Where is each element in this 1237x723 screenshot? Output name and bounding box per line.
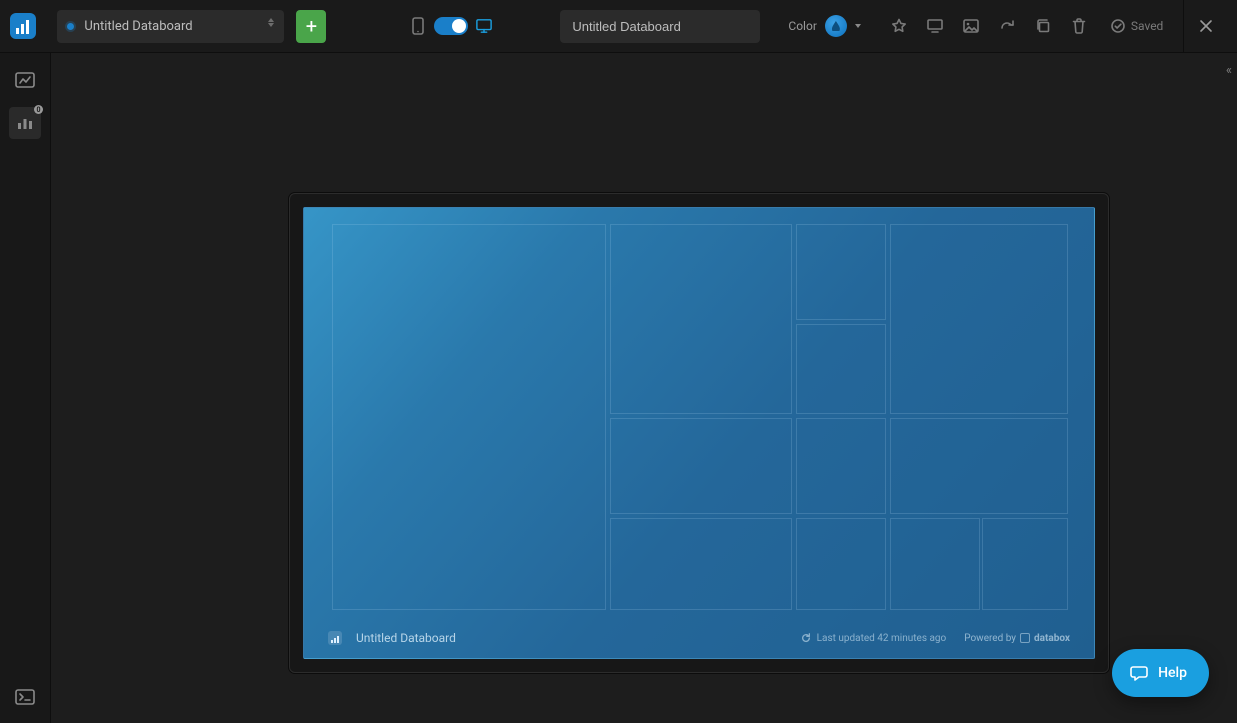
grid-slot[interactable] (796, 224, 886, 320)
phone-icon[interactable] (410, 18, 426, 34)
rail-terminal[interactable] (9, 681, 41, 713)
grid-slot[interactable] (890, 224, 1068, 414)
databox-logo-icon (10, 13, 36, 39)
color-swatch-button[interactable] (825, 15, 847, 37)
grid-slot[interactable] (610, 418, 792, 514)
color-picker-group: Color (788, 15, 860, 37)
collapse-right-panel[interactable]: « (1226, 63, 1229, 78)
close-icon (1198, 18, 1214, 34)
topbar: Untitled Databoard + Color (0, 0, 1237, 53)
check-circle-icon (1111, 19, 1125, 33)
chevron-down-icon[interactable] (855, 24, 861, 28)
board-footer: Untitled Databoard Last updated 42 minut… (304, 618, 1094, 658)
screen-icon[interactable] (927, 18, 943, 34)
databoard-frame: Untitled Databoard Last updated 42 minut… (289, 193, 1109, 673)
rail-metrics[interactable]: 0 (9, 107, 41, 139)
chat-icon (1130, 664, 1148, 682)
grid-slot[interactable] (890, 418, 1068, 514)
saved-indicator: Saved (1111, 19, 1163, 33)
device-toggle-group (410, 17, 492, 35)
powered-by-prefix: Powered by (964, 633, 1016, 644)
plus-icon: + (306, 16, 317, 36)
droplet-icon (832, 21, 840, 31)
updown-icon (268, 18, 274, 27)
grid-slot[interactable] (332, 224, 606, 610)
rail-visualizations[interactable] (9, 65, 41, 97)
saved-label: Saved (1131, 19, 1163, 33)
grid-slot[interactable] (796, 418, 886, 514)
toggle-knob (452, 19, 466, 33)
powered-by: Powered by databox (964, 633, 1070, 644)
databoard-canvas[interactable]: Untitled Databoard Last updated 42 minut… (303, 207, 1095, 659)
duplicate-icon[interactable] (1035, 18, 1051, 34)
grid-slot[interactable] (890, 518, 980, 610)
color-dot-icon (67, 23, 74, 30)
refresh-icon[interactable] (801, 633, 811, 643)
powered-by-brand: databox (1034, 633, 1070, 644)
add-databoard-button[interactable]: + (296, 10, 326, 43)
rail-badge: 0 (34, 105, 43, 114)
redo-icon[interactable] (999, 18, 1015, 34)
monitor-icon[interactable] (476, 18, 492, 34)
image-icon[interactable] (963, 18, 979, 34)
databoard-selector-label: Untitled Databoard (84, 19, 192, 34)
board-title: Untitled Databoard (356, 631, 456, 645)
device-toggle[interactable] (434, 17, 468, 35)
app-logo[interactable] (0, 0, 45, 53)
help-button[interactable]: Help (1112, 649, 1209, 697)
toolbar-icons (891, 18, 1087, 34)
left-rail: 0 (0, 53, 51, 723)
canvas-area[interactable]: « (51, 53, 1237, 723)
help-label: Help (1158, 665, 1187, 681)
chevrons-left-icon: « (1226, 63, 1229, 78)
trash-icon[interactable] (1071, 18, 1087, 34)
body: 0 « (0, 53, 1237, 723)
databoard-name-input[interactable] (560, 10, 760, 43)
grid-slot[interactable] (610, 518, 792, 610)
grid-zone[interactable] (332, 224, 1066, 610)
databox-mark-icon (1020, 633, 1030, 643)
tiny-logo-icon (328, 631, 342, 645)
color-label: Color (788, 19, 816, 33)
star-icon[interactable] (891, 18, 907, 34)
last-updated-label: Last updated 42 minutes ago (817, 633, 947, 644)
databoard-selector[interactable]: Untitled Databoard (57, 10, 284, 43)
grid-slot[interactable] (796, 518, 886, 610)
close-button[interactable] (1183, 0, 1227, 53)
grid-slot[interactable] (610, 224, 792, 414)
grid-slot[interactable] (982, 518, 1068, 610)
grid-slot[interactable] (796, 324, 886, 414)
